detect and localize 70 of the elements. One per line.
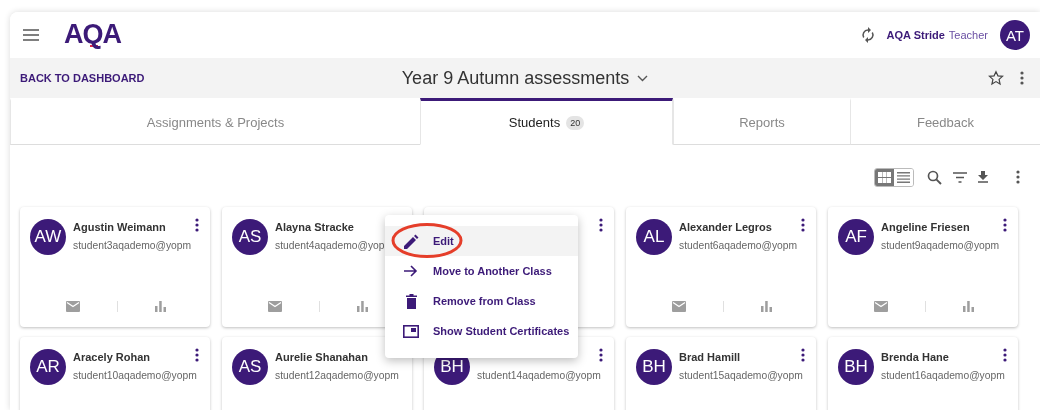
chevron-down-icon[interactable] [637,74,649,82]
student-avatar: AS [232,219,268,255]
product-name: AQA Stride [886,29,945,41]
student-name: Alexander Legros [679,221,772,233]
count-badge: 20 [566,115,585,130]
mail-icon[interactable] [672,300,687,312]
user-role: Teacher [948,29,988,41]
menu-item[interactable]: Edit [385,226,578,256]
more-icon[interactable] [1016,170,1020,184]
tab[interactable]: Reports [673,98,850,145]
more-icon[interactable] [599,218,603,232]
tab[interactable]: Assignments & Projects [10,98,420,145]
page-title[interactable]: Year 9 Autumn assessments [401,67,630,89]
student-email: student14aqademo@yopm [477,370,601,381]
more-icon[interactable] [801,218,805,232]
bar-chart-icon[interactable] [155,300,167,312]
student-avatar: AR [30,349,66,385]
more-icon[interactable] [195,348,199,362]
mail-icon[interactable] [268,300,283,312]
list-view-icon[interactable] [894,168,913,186]
filter-icon[interactable] [953,171,967,183]
menu-item[interactable]: Remove from Class [385,286,578,316]
more-icon[interactable] [1003,348,1007,362]
sync-icon[interactable] [860,27,875,43]
search-icon[interactable] [927,169,942,185]
student-email: student6aqademo@yopm [679,240,798,251]
menu-item[interactable]: Move to Another Class [385,256,578,286]
student-email: student9aqademo@yopm [881,240,1000,251]
bar-chart-icon[interactable] [761,300,773,312]
student-email: student16aqademo@yopm [881,370,1005,381]
student-name: Agustin Weimann [73,221,166,233]
more-icon[interactable] [1020,71,1024,85]
menu-item[interactable]: Show Student Certificates [385,316,578,346]
student-email: student10aqademo@yopm [73,370,197,381]
student-name: Aurelie Shanahan [275,351,368,363]
more-icon[interactable] [801,348,805,362]
student-email: student4aqademo@yop [275,240,385,251]
student-avatar: BH [838,349,874,385]
student-name: Brenda Hane [881,351,949,363]
student-name: Brad Hamill [679,351,741,363]
student-name: Aracely Rohan [73,351,151,363]
more-icon[interactable] [195,218,199,232]
student-email: student3aqademo@yopm [73,240,192,251]
bar-chart-icon[interactable] [357,300,369,312]
grid-view-icon[interactable] [875,168,894,186]
tab[interactable]: Students 20 [420,98,673,145]
trash-icon [405,293,417,309]
student-avatar: BH [636,349,672,385]
student-email: student12aqademo@yopm [275,370,399,381]
student-name: Alayna Stracke [275,221,354,233]
student-name: Angeline Friesen [881,221,970,233]
star-icon[interactable] [988,70,1004,86]
bar-chart-icon[interactable] [963,300,975,312]
student-avatar: AL [636,219,672,255]
more-icon[interactable] [1003,218,1007,232]
tab[interactable]: Feedback [850,98,1040,145]
user-avatar[interactable]: AT [1000,20,1030,50]
mail-icon[interactable] [66,300,81,312]
pencil-icon [403,233,419,249]
menu-icon[interactable] [23,29,39,41]
arrow-right-icon [404,265,418,277]
student-email: student15aqademo@yopm [679,370,803,381]
student-avatar: AF [838,219,874,255]
mail-icon[interactable] [874,300,889,312]
student-avatar: AW [30,219,66,255]
back-to-dashboard-link[interactable]: BACK TO DASHBOARD [20,72,402,84]
certificate-icon [403,324,419,338]
more-icon[interactable] [599,348,603,362]
student-avatar: AS [232,349,268,385]
download-icon[interactable] [978,171,988,183]
